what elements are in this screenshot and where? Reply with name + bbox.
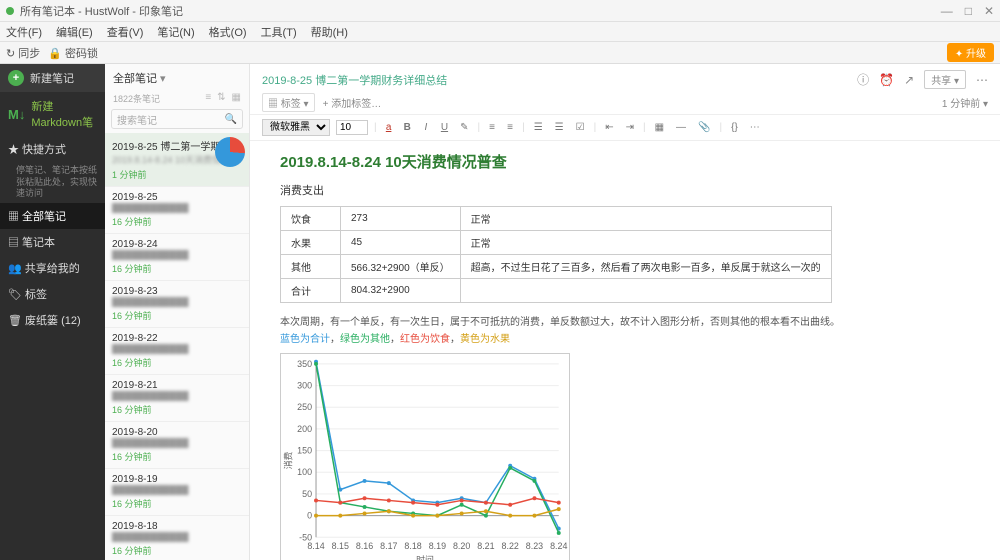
sidebar-shared[interactable]: 👥 共享给我的 [0, 255, 105, 281]
note-list-item[interactable]: 2019-8-22████████████16 分钟前 [105, 328, 249, 375]
svg-text:8.17: 8.17 [380, 541, 397, 551]
search-icon: 🔍 [225, 114, 237, 125]
svg-text:200: 200 [297, 424, 312, 434]
svg-text:250: 250 [297, 402, 312, 412]
svg-text:8.18: 8.18 [404, 541, 421, 551]
sidebar-trash[interactable]: 🗑 废纸篓 (12) [0, 307, 105, 333]
note-list-item[interactable]: 2019-8-20████████████16 分钟前 [105, 422, 249, 469]
maximize-button[interactable]: □ [965, 4, 972, 18]
highlight-button[interactable]: ✎ [457, 121, 471, 134]
note-count: 1822条笔记 [113, 92, 160, 105]
note-list-item[interactable]: 2019-8-19████████████16 分钟前 [105, 469, 249, 516]
note-paragraph-1: 本次周期，有一个单反，有一次生日，属于不可抵抗的消费，单反数额过大，故不计入图形… [280, 313, 970, 328]
more-format-button[interactable]: ⋯ [747, 121, 763, 134]
app-dot-icon [6, 7, 14, 15]
line-chart: -500501001502002503003508.148.158.168.17… [280, 353, 570, 560]
lock-button[interactable]: 🔒 密码锁 [48, 45, 98, 61]
svg-text:300: 300 [297, 381, 312, 391]
menu-item[interactable]: 工具(T) [261, 24, 297, 40]
svg-text:50: 50 [302, 489, 312, 499]
info-icon[interactable]: ⓘ [857, 71, 869, 88]
svg-text:8.14: 8.14 [307, 541, 324, 551]
sync-button[interactable]: ↻ 同步 [6, 45, 40, 61]
sidebar-notebooks[interactable]: ▤ 笔记本 [0, 229, 105, 255]
search-input[interactable]: 搜索笔记 🔍 [111, 109, 243, 129]
plus-icon: + [8, 70, 24, 86]
svg-text:100: 100 [297, 467, 312, 477]
size-input[interactable] [336, 120, 368, 135]
svg-text:350: 350 [297, 359, 312, 369]
note-title[interactable]: 2019.8.14-8.24 10天消费情况普查 [280, 151, 970, 172]
hr-button[interactable]: — [673, 121, 689, 134]
note-list-item[interactable]: 2019-8-23████████████16 分钟前 [105, 281, 249, 328]
list-number-button[interactable]: ☰ [552, 121, 567, 134]
sidebar-shortcuts[interactable]: ★ 快捷方式 [0, 136, 105, 162]
attach-button[interactable]: 📎 [695, 121, 713, 134]
reminder-icon[interactable]: ⏰ [879, 73, 894, 87]
pie-thumb-icon [215, 137, 245, 167]
svg-text:时间: 时间 [416, 554, 434, 560]
close-button[interactable]: ✕ [984, 4, 994, 18]
svg-text:8.24: 8.24 [550, 541, 567, 551]
font-select[interactable]: 微软雅黑 [262, 119, 330, 136]
note-subtitle: 消费支出 [280, 182, 970, 198]
sidebar-shortcuts-hint: 停笔记、笔记本按纸张粘贴此处，实现快速访问 [0, 162, 105, 203]
markdown-icon: M↓ [8, 107, 25, 122]
list-bullet-button[interactable]: ☰ [531, 121, 546, 134]
italic-button[interactable]: I [420, 121, 432, 134]
svg-text:消费: 消费 [282, 452, 293, 470]
sort-icon[interactable]: ⇅ [217, 92, 225, 105]
checkbox-button[interactable]: ☑ [573, 121, 588, 134]
align-center-button[interactable]: ≡ [504, 121, 516, 134]
sidebar-all-notes[interactable]: ▦ 全部笔记 [0, 203, 105, 229]
new-markdown-button[interactable]: M↓ 新建Markdown笔 [0, 92, 105, 136]
note-list-item[interactable]: 2019-8-21████████████16 分钟前 [105, 375, 249, 422]
bold-button[interactable]: B [401, 121, 414, 134]
sidebar-tags[interactable]: 🏷 标签 [0, 281, 105, 307]
filter-icon[interactable]: ≡ [205, 92, 211, 105]
svg-text:8.23: 8.23 [526, 541, 543, 551]
more-icon[interactable]: ⋯ [976, 73, 988, 87]
svg-text:8.21: 8.21 [477, 541, 494, 551]
menu-item[interactable]: 文件(F) [6, 24, 42, 40]
svg-text:8.16: 8.16 [356, 541, 373, 551]
indent-in-button[interactable]: ⇥ [623, 121, 637, 134]
underline-button[interactable]: U [438, 121, 451, 134]
notelist-title[interactable]: 全部笔记 [113, 70, 166, 86]
align-left-button[interactable]: ≡ [486, 121, 498, 134]
upgrade-button[interactable]: ✦ 升级 [947, 43, 994, 62]
svg-text:8.15: 8.15 [332, 541, 349, 551]
new-note-button[interactable]: + 新建笔记 [0, 64, 105, 92]
note-list-item[interactable]: 2019-8-18████████████16 分钟前 [105, 516, 249, 560]
view-icon[interactable]: ▦ [232, 92, 241, 105]
add-tag-button[interactable]: + 添加标签… [323, 95, 382, 110]
menu-item[interactable]: 格式(O) [209, 24, 247, 40]
indent-out-button[interactable]: ⇤ [602, 121, 616, 134]
menu-item[interactable]: 笔记(N) [157, 24, 194, 40]
font-color-button[interactable]: a [383, 121, 395, 134]
svg-text:150: 150 [297, 446, 312, 456]
note-list-item[interactable]: 2019-8-25████████████16 分钟前 [105, 187, 249, 234]
expense-table: 饮食273正常水果45正常其他566.32+2900（单反）超高，不过生日花了三… [280, 206, 832, 303]
menu-item[interactable]: 编辑(E) [56, 24, 93, 40]
note-list-item[interactable]: 2019-8-24████████████16 分钟前 [105, 234, 249, 281]
svg-text:8.20: 8.20 [453, 541, 470, 551]
breadcrumb[interactable]: 2019-8-25 博二第一学期财务详细总结 [262, 72, 857, 88]
updated-time[interactable]: 1 分钟前 ▾ [942, 95, 988, 110]
menu-item[interactable]: 帮助(H) [311, 24, 348, 40]
menu-item[interactable]: 查看(V) [107, 24, 144, 40]
svg-text:8.22: 8.22 [502, 541, 519, 551]
minimize-button[interactable]: — [941, 4, 953, 18]
window-title: 所有笔记本 - HustWolf - 印象笔记 [20, 3, 941, 19]
note-paragraph-2: 蓝色为合计，绿色为其他，红色为饮食，黄色为水果 [280, 330, 970, 345]
svg-text:0: 0 [307, 511, 312, 521]
code-button[interactable]: {} [728, 121, 741, 134]
tag-button[interactable]: ▦ 标签 ▾ [262, 93, 315, 112]
share-button[interactable]: 共享 ▾ [924, 70, 966, 89]
table-button[interactable]: ▦ [652, 121, 667, 134]
share-icon[interactable]: ↗ [904, 73, 914, 87]
svg-text:8.19: 8.19 [429, 541, 446, 551]
note-list-item[interactable]: 2019-8-25 博二第一学期财务详...2019.8.14-8.24 10天… [105, 133, 249, 187]
